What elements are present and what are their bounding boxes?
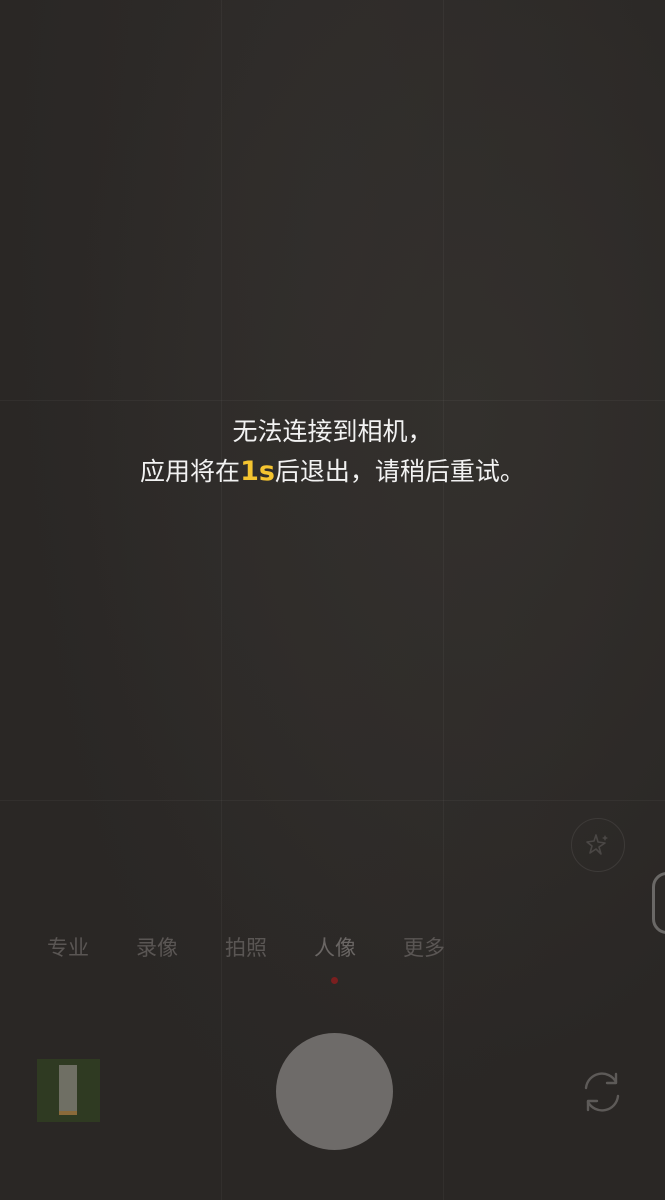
camera-error-message: 无法连接到相机， 应用将在1s后退出，请稍后重试。: [0, 412, 665, 492]
mode-selector: 专业 录像 拍照 人像 更多: [0, 930, 665, 966]
mode-more[interactable]: 更多: [384, 930, 464, 966]
beauty-button[interactable]: [571, 818, 625, 872]
error-line-2: 应用将在1s后退出，请稍后重试。: [0, 452, 665, 492]
grid-line: [0, 400, 665, 401]
mode-pro[interactable]: 专业: [28, 930, 108, 966]
grid-line: [0, 800, 665, 801]
side-panel-handle[interactable]: [652, 872, 665, 934]
switch-camera-icon: [584, 1072, 620, 1112]
thumbnail-image-detail: [59, 1111, 77, 1115]
sparkle-star-icon: [586, 834, 608, 855]
camera-screen: 无法连接到相机， 应用将在1s后退出，请稍后重试。 专业 录像 拍照 人像 更多: [0, 0, 665, 1200]
grid-line: [221, 0, 222, 1200]
switch-camera-button[interactable]: [574, 1064, 630, 1120]
shutter-button[interactable]: [276, 1033, 393, 1150]
error-line-2-suffix: 后退出，请稍后重试。: [274, 457, 525, 486]
thumbnail-image: [59, 1065, 77, 1113]
error-line-2-prefix: 应用将在: [140, 457, 241, 486]
error-line-1: 无法连接到相机，: [232, 417, 433, 446]
countdown-value: 1s: [240, 456, 275, 487]
mode-photo[interactable]: 拍照: [206, 930, 286, 966]
mode-portrait[interactable]: 人像: [295, 930, 375, 966]
grid-line: [443, 0, 444, 1200]
mode-video[interactable]: 录像: [117, 930, 197, 966]
active-mode-indicator: [331, 977, 338, 984]
gallery-thumbnail[interactable]: [37, 1059, 100, 1122]
